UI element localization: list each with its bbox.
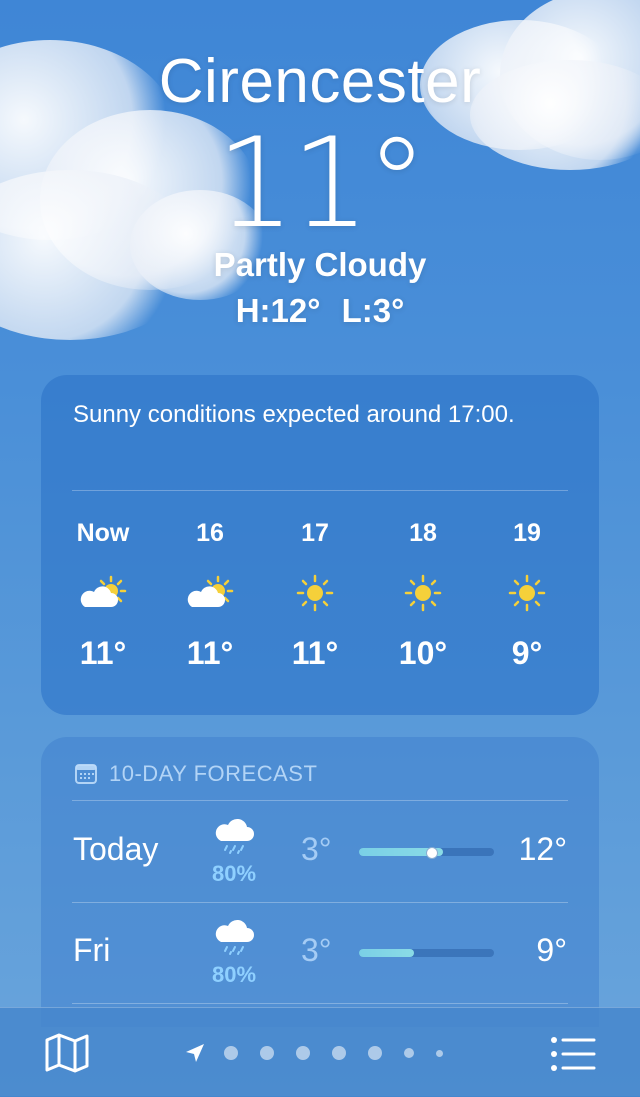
hour-label: 18 [409,519,437,547]
page-dot[interactable] [332,1046,346,1060]
page-dot[interactable] [224,1046,238,1060]
temp-range-bar [359,949,494,957]
page-dot[interactable] [436,1049,443,1057]
forecast-day: Today [73,831,159,867]
forecast-row[interactable]: Fri 80% 3° 9° [41,902,599,1002]
location-arrow-icon[interactable] [184,1042,206,1064]
hour-label: 19 [513,519,541,547]
high-low: H:12° L:3° [0,292,640,330]
hour-temp: 9° [511,635,543,671]
divider [72,490,568,491]
temp-range-bar [359,847,494,859]
hour-temp: 11° [186,635,234,671]
hour-item: 19 9° [477,515,577,672]
forecast-low: 3° [301,831,332,867]
hourly-summary: Sunny conditions expected around 17:00. [73,401,515,428]
forecast-row[interactable]: Today 80% 3° 12° [41,801,599,901]
hour-temp: 10° [398,635,448,671]
partly-cloudy-icon [160,573,260,635]
hour-temp: 11° [79,635,127,671]
sun-icon [373,573,473,635]
page-indicator[interactable] [184,1042,465,1064]
hourly-forecast-card[interactable]: Sunny conditions expected around 17:00. … [41,375,599,715]
condition-text: Partly Cloudy [213,246,427,283]
hour-label: 16 [196,519,224,547]
forecast-day: Fri [73,932,111,968]
page-dot[interactable] [368,1046,382,1060]
high-temp: H:12° [235,292,321,329]
temp-range-fill [359,949,415,957]
forecast-high: 12° [518,831,567,867]
low-temp: L:3° [341,292,405,329]
page-dot[interactable] [260,1046,274,1060]
sun-icon [265,573,365,635]
rain-cloud-icon [215,818,254,854]
page-dot[interactable] [404,1048,414,1058]
forecast-high: 9° [536,932,567,968]
precip-chance: 80% [211,861,257,886]
hour-label: 17 [301,519,329,547]
forecast-low: 3° [301,932,332,968]
hour-item: 18 10° [373,515,473,672]
hourly-list[interactable]: Now 11° 16 11° 17 11° 18 10° 19 9° [41,515,599,695]
ten-day-forecast-card[interactable]: 10-DAY FORECAST Today 80% 3° 12° Fri 80%… [41,737,599,1027]
hour-item: Now 11° [53,515,153,672]
forecast-header: 10-DAY FORECAST [75,761,317,787]
precip-chance: 80% [211,962,257,987]
list-icon[interactable] [550,1036,596,1072]
hour-temp: 11° [291,635,339,671]
city-name: Cirencester [158,47,482,116]
partly-cloudy-icon [53,573,153,635]
current-temperature: 11° [216,112,428,256]
forecast-title: 10-DAY FORECAST [109,761,318,786]
map-icon[interactable] [44,1032,90,1074]
sun-icon [477,573,577,635]
calendar-icon [75,764,97,784]
hour-item: 17 11° [265,515,365,672]
divider [72,1003,568,1004]
rain-cloud-icon [215,919,254,955]
hour-label: Now [76,519,130,547]
bottom-toolbar [0,1007,640,1097]
hour-item: 16 11° [160,515,260,672]
page-dot[interactable] [296,1046,310,1060]
current-temp-marker [425,847,438,859]
